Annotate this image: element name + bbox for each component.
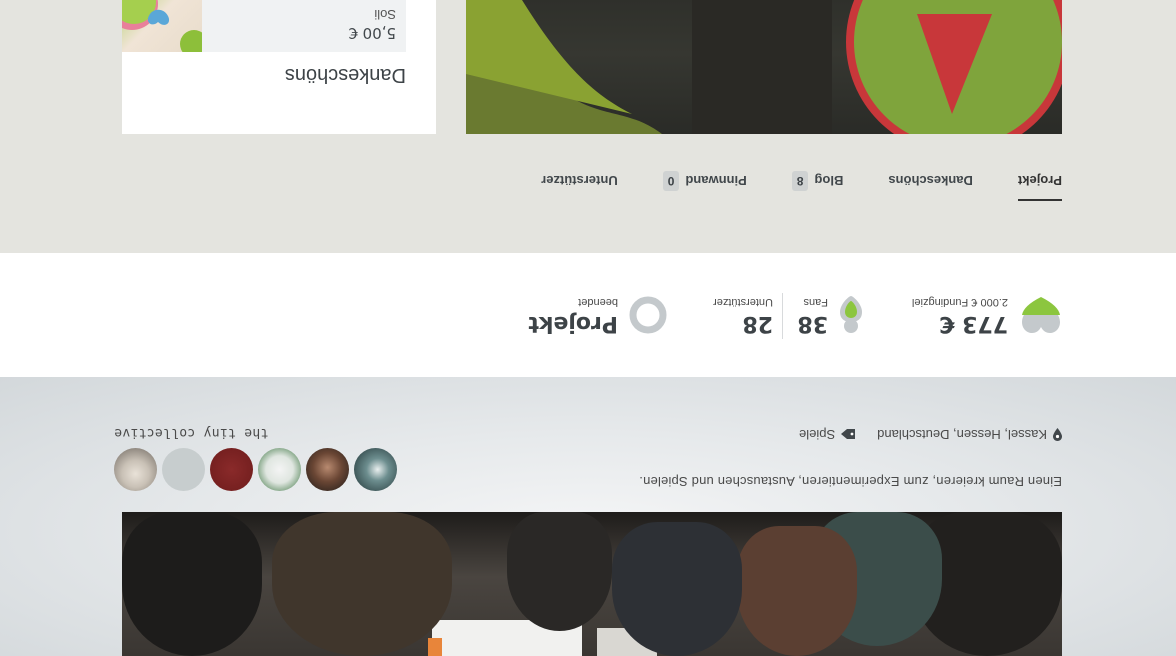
rewards-title: Dankeschöns bbox=[284, 64, 406, 86]
avatar[interactable] bbox=[354, 448, 397, 491]
supporters-label: Unterstützer bbox=[713, 296, 773, 308]
tab-pinnwand[interactable]: Pinnwand 0 bbox=[662, 161, 747, 201]
tab-label: Blog bbox=[814, 173, 844, 189]
project-video[interactable] bbox=[466, 0, 1062, 134]
rewards-sidebar: Dankeschöns 5,00 € Soli bbox=[122, 0, 436, 134]
status-label: beendet bbox=[578, 296, 618, 308]
reward-thumbnail bbox=[122, 0, 202, 52]
fans-count: 38 bbox=[797, 311, 828, 336]
status-ring-icon bbox=[629, 296, 667, 334]
tab-label: Projekt bbox=[1017, 173, 1062, 189]
tab-count-badge: 0 bbox=[662, 171, 680, 191]
team-avatars bbox=[114, 448, 397, 491]
stat-divider bbox=[782, 293, 783, 339]
project-content: Projekt Dankeschöns Blog 8 Pinnwand 0 Un… bbox=[0, 0, 1176, 253]
funding-goal-label: 2.000 € Fundingziel bbox=[911, 296, 1008, 308]
video-still bbox=[466, 0, 1062, 134]
location-link[interactable]: Kassel, Hessen, Deutschland bbox=[877, 427, 1062, 442]
avatar[interactable] bbox=[114, 448, 157, 491]
reward-name: Soli bbox=[374, 7, 396, 22]
tab-label: Unterstützer bbox=[541, 173, 618, 189]
project-status: Projekt beendet bbox=[528, 253, 668, 377]
heart-icon bbox=[1022, 297, 1060, 333]
reward-price: 5,00 € bbox=[348, 24, 396, 42]
tab-blog[interactable]: Blog 8 bbox=[791, 161, 844, 201]
tab-projekt[interactable]: Projekt bbox=[1018, 161, 1062, 201]
project-tagline: Einen Raum kreieren, zum Experimentieren… bbox=[639, 474, 1062, 489]
pin-icon bbox=[1053, 428, 1062, 441]
tab-unterstuetzer[interactable]: Unterstützer bbox=[541, 161, 618, 201]
status-title: Projekt bbox=[528, 311, 618, 336]
tab-count-badge: 8 bbox=[791, 171, 809, 191]
page: Einen Raum kreieren, zum Experimentieren… bbox=[0, 0, 1176, 656]
project-tabs: Projekt Dankeschöns Blog 8 Pinnwand 0 Un… bbox=[496, 161, 1062, 201]
project-header-image bbox=[122, 512, 1062, 656]
fans-stat[interactable]: 38 Fans bbox=[797, 253, 864, 377]
project-hero: Einen Raum kreieren, zum Experimentieren… bbox=[0, 377, 1176, 656]
category-label: Spiele bbox=[799, 427, 836, 442]
stats-bar: 773 € 2.000 € Fundingziel 38 Fans 28 Unt… bbox=[0, 253, 1176, 377]
reward-info: 5,00 € Soli bbox=[348, 7, 396, 42]
tag-icon bbox=[841, 429, 856, 440]
funding-amount: 773 € bbox=[939, 311, 1008, 336]
fans-label: Fans bbox=[803, 296, 828, 308]
avatar[interactable] bbox=[306, 448, 349, 491]
avatar[interactable] bbox=[162, 448, 205, 491]
tab-label: Dankeschöns bbox=[888, 173, 973, 189]
category-link[interactable]: Spiele bbox=[799, 427, 856, 442]
funding-stat: 773 € 2.000 € Fundingziel bbox=[912, 253, 1062, 377]
reward-card[interactable]: 5,00 € Soli bbox=[122, 0, 406, 52]
tab-dankeschoens[interactable]: Dankeschöns bbox=[888, 161, 973, 201]
supporters-count: 28 bbox=[742, 311, 773, 336]
supporters-stat[interactable]: 28 Unterstützer bbox=[713, 253, 773, 377]
team-name[interactable]: the tiny collective bbox=[114, 425, 268, 440]
avatar[interactable] bbox=[258, 448, 301, 491]
tab-label: Pinnwand bbox=[685, 173, 747, 189]
fan-icon bbox=[840, 296, 862, 333]
avatar[interactable] bbox=[210, 448, 253, 491]
location-label: Kassel, Hessen, Deutschland bbox=[877, 427, 1047, 442]
project-meta: Kassel, Hessen, Deutschland Spiele bbox=[799, 427, 1062, 442]
